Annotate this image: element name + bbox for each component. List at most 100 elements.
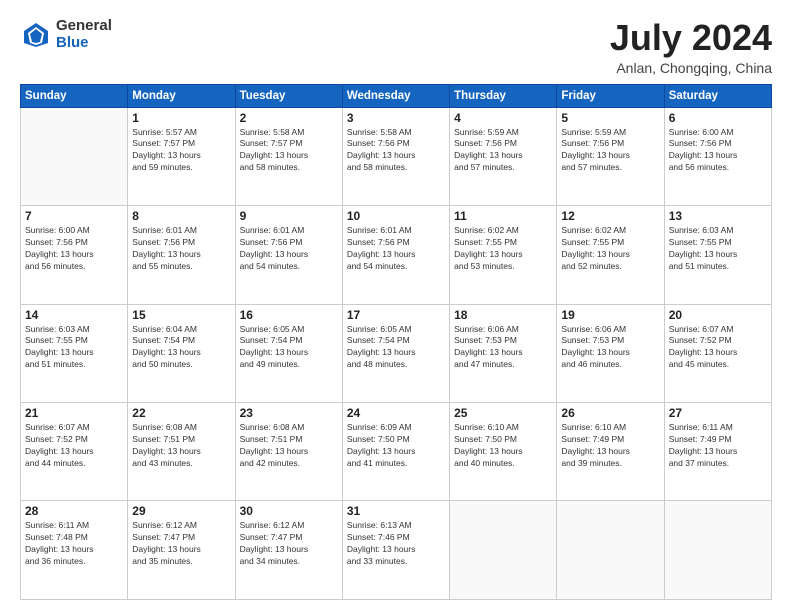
header: General Blue July 2024 Anlan, Chongqing,… bbox=[20, 18, 772, 76]
day-info: Sunrise: 6:13 AMSunset: 7:46 PMDaylight:… bbox=[347, 520, 445, 568]
day-cell: 13Sunrise: 6:03 AMSunset: 7:55 PMDayligh… bbox=[664, 206, 771, 304]
day-number: 8 bbox=[132, 209, 230, 223]
day-info: Sunrise: 6:00 AMSunset: 7:56 PMDaylight:… bbox=[25, 225, 123, 273]
day-cell: 4 Sunrise: 5:59 AMSunset: 7:56 PMDaylight… bbox=[450, 107, 557, 205]
day-number: 3 bbox=[347, 111, 445, 125]
day-cell: 22 Sunrise: 6:08 AMSunset: 7:51 PMDayligh… bbox=[128, 403, 235, 501]
day-cell: 3 Sunrise: 5:58 AMSunset: 7:56 PMDaylight… bbox=[342, 107, 449, 205]
day-number: 23 bbox=[240, 406, 338, 420]
day-number: 18 bbox=[454, 308, 552, 322]
logo: General Blue bbox=[20, 18, 112, 51]
week-row-1: 1Sunrise: 5:57 AMSunset: 7:57 PMDaylight… bbox=[21, 107, 772, 205]
day-cell bbox=[450, 501, 557, 600]
day-cell: 23Sunrise: 6:08 AMSunset: 7:51 PMDayligh… bbox=[235, 403, 342, 501]
day-info: Sunrise: 6:05 AMSunset: 7:54 PMDaylight:… bbox=[240, 324, 338, 372]
day-number: 5 bbox=[561, 111, 659, 125]
day-info: Sunrise: 6:08 AMSunset: 7:51 PMDaylight:… bbox=[132, 422, 230, 470]
day-info: Sunrise: 6:11 AMSunset: 7:49 PMDaylight:… bbox=[669, 422, 767, 470]
day-info: Sunrise: 6:10 AMSunset: 7:49 PMDaylight:… bbox=[561, 422, 659, 470]
day-cell: 15Sunrise: 6:04 AMSunset: 7:54 PMDayligh… bbox=[128, 304, 235, 402]
day-cell: 19 Sunrise: 6:06 AMSunset: 7:53 PMDayligh… bbox=[557, 304, 664, 402]
day-number: 9 bbox=[240, 209, 338, 223]
day-info: Sunrise: 5:58 AMSunset: 7:56 PMDaylight:… bbox=[347, 127, 445, 175]
day-number: 21 bbox=[25, 406, 123, 420]
logo-text: General Blue bbox=[56, 18, 112, 51]
day-info: Sunrise: 6:06 AMSunset: 7:53 PMDaylight:… bbox=[561, 324, 659, 372]
day-cell: 8 Sunrise: 6:01 AMSunset: 7:56 PMDaylight… bbox=[128, 206, 235, 304]
day-cell: 20 Sunrise: 6:07 AMSunset: 7:52 PMDayligh… bbox=[664, 304, 771, 402]
day-cell: 12 Sunrise: 6:02 AMSunset: 7:55 PMDayligh… bbox=[557, 206, 664, 304]
day-info: Sunrise: 5:57 AMSunset: 7:57 PMDaylight:… bbox=[132, 127, 230, 175]
day-cell: 28 Sunrise: 6:11 AMSunset: 7:48 PMDayligh… bbox=[21, 501, 128, 600]
day-cell: 31 Sunrise: 6:13 AMSunset: 7:46 PMDayligh… bbox=[342, 501, 449, 600]
weekday-header-tuesday: Tuesday bbox=[235, 84, 342, 107]
day-number: 13 bbox=[669, 209, 767, 223]
day-cell: 30 Sunrise: 6:12 AMSunset: 7:47 PMDayligh… bbox=[235, 501, 342, 600]
day-info: Sunrise: 6:12 AMSunset: 7:47 PMDaylight:… bbox=[132, 520, 230, 568]
day-cell: 2Sunrise: 5:58 AMSunset: 7:57 PMDaylight… bbox=[235, 107, 342, 205]
day-number: 31 bbox=[347, 504, 445, 518]
day-info: Sunrise: 6:06 AMSunset: 7:53 PMDaylight:… bbox=[454, 324, 552, 372]
day-info: Sunrise: 6:07 AMSunset: 7:52 PMDaylight:… bbox=[669, 324, 767, 372]
week-row-3: 14Sunrise: 6:03 AMSunset: 7:55 PMDayligh… bbox=[21, 304, 772, 402]
day-info: Sunrise: 6:02 AMSunset: 7:55 PMDaylight:… bbox=[561, 225, 659, 273]
day-info: Sunrise: 6:01 AMSunset: 7:56 PMDaylight:… bbox=[347, 225, 445, 273]
day-cell bbox=[664, 501, 771, 600]
day-info: Sunrise: 6:00 AMSunset: 7:56 PMDaylight:… bbox=[669, 127, 767, 175]
day-number: 6 bbox=[669, 111, 767, 125]
day-number: 28 bbox=[25, 504, 123, 518]
day-number: 22 bbox=[132, 406, 230, 420]
logo-icon bbox=[20, 19, 52, 51]
day-number: 10 bbox=[347, 209, 445, 223]
day-cell: 10 Sunrise: 6:01 AMSunset: 7:56 PMDayligh… bbox=[342, 206, 449, 304]
day-number: 19 bbox=[561, 308, 659, 322]
week-row-4: 21Sunrise: 6:07 AMSunset: 7:52 PMDayligh… bbox=[21, 403, 772, 501]
day-cell: 29 Sunrise: 6:12 AMSunset: 7:47 PMDayligh… bbox=[128, 501, 235, 600]
weekday-header-thursday: Thursday bbox=[450, 84, 557, 107]
logo-blue: Blue bbox=[56, 35, 112, 52]
day-cell: 18 Sunrise: 6:06 AMSunset: 7:53 PMDayligh… bbox=[450, 304, 557, 402]
week-row-5: 28 Sunrise: 6:11 AMSunset: 7:48 PMDayligh… bbox=[21, 501, 772, 600]
calendar: SundayMondayTuesdayWednesdayThursdayFrid… bbox=[20, 84, 772, 600]
logo-general: General bbox=[56, 18, 112, 35]
day-cell: 24 Sunrise: 6:09 AMSunset: 7:50 PMDayligh… bbox=[342, 403, 449, 501]
day-number: 24 bbox=[347, 406, 445, 420]
day-info: Sunrise: 6:01 AMSunset: 7:56 PMDaylight:… bbox=[132, 225, 230, 273]
day-info: Sunrise: 6:04 AMSunset: 7:54 PMDaylight:… bbox=[132, 324, 230, 372]
day-info: Sunrise: 6:03 AMSunset: 7:55 PMDaylight:… bbox=[25, 324, 123, 372]
day-cell: 27Sunrise: 6:11 AMSunset: 7:49 PMDayligh… bbox=[664, 403, 771, 501]
day-number: 12 bbox=[561, 209, 659, 223]
day-cell: 25Sunrise: 6:10 AMSunset: 7:50 PMDayligh… bbox=[450, 403, 557, 501]
day-info: Sunrise: 5:58 AMSunset: 7:57 PMDaylight:… bbox=[240, 127, 338, 175]
location: Anlan, Chongqing, China bbox=[610, 60, 772, 76]
day-number: 26 bbox=[561, 406, 659, 420]
day-cell: 1Sunrise: 5:57 AMSunset: 7:57 PMDaylight… bbox=[128, 107, 235, 205]
day-cell bbox=[557, 501, 664, 600]
day-cell: 17Sunrise: 6:05 AMSunset: 7:54 PMDayligh… bbox=[342, 304, 449, 402]
day-number: 16 bbox=[240, 308, 338, 322]
day-info: Sunrise: 6:12 AMSunset: 7:47 PMDaylight:… bbox=[240, 520, 338, 568]
day-number: 11 bbox=[454, 209, 552, 223]
day-cell: 5Sunrise: 5:59 AMSunset: 7:56 PMDaylight… bbox=[557, 107, 664, 205]
month-title: July 2024 bbox=[610, 18, 772, 58]
day-number: 20 bbox=[669, 308, 767, 322]
day-cell: 9 Sunrise: 6:01 AMSunset: 7:56 PMDaylight… bbox=[235, 206, 342, 304]
day-number: 7 bbox=[25, 209, 123, 223]
day-info: Sunrise: 6:10 AMSunset: 7:50 PMDaylight:… bbox=[454, 422, 552, 470]
day-info: Sunrise: 6:11 AMSunset: 7:48 PMDaylight:… bbox=[25, 520, 123, 568]
day-info: Sunrise: 5:59 AMSunset: 7:56 PMDaylight:… bbox=[454, 127, 552, 175]
day-info: Sunrise: 6:09 AMSunset: 7:50 PMDaylight:… bbox=[347, 422, 445, 470]
day-number: 4 bbox=[454, 111, 552, 125]
day-info: Sunrise: 6:05 AMSunset: 7:54 PMDaylight:… bbox=[347, 324, 445, 372]
day-cell: 21Sunrise: 6:07 AMSunset: 7:52 PMDayligh… bbox=[21, 403, 128, 501]
weekday-header-monday: Monday bbox=[128, 84, 235, 107]
day-number: 30 bbox=[240, 504, 338, 518]
weekday-header-friday: Friday bbox=[557, 84, 664, 107]
day-cell: 14Sunrise: 6:03 AMSunset: 7:55 PMDayligh… bbox=[21, 304, 128, 402]
day-info: Sunrise: 6:01 AMSunset: 7:56 PMDaylight:… bbox=[240, 225, 338, 273]
day-number: 29 bbox=[132, 504, 230, 518]
weekday-header-row: SundayMondayTuesdayWednesdayThursdayFrid… bbox=[21, 84, 772, 107]
weekday-header-sunday: Sunday bbox=[21, 84, 128, 107]
weekday-header-saturday: Saturday bbox=[664, 84, 771, 107]
weekday-header-wednesday: Wednesday bbox=[342, 84, 449, 107]
